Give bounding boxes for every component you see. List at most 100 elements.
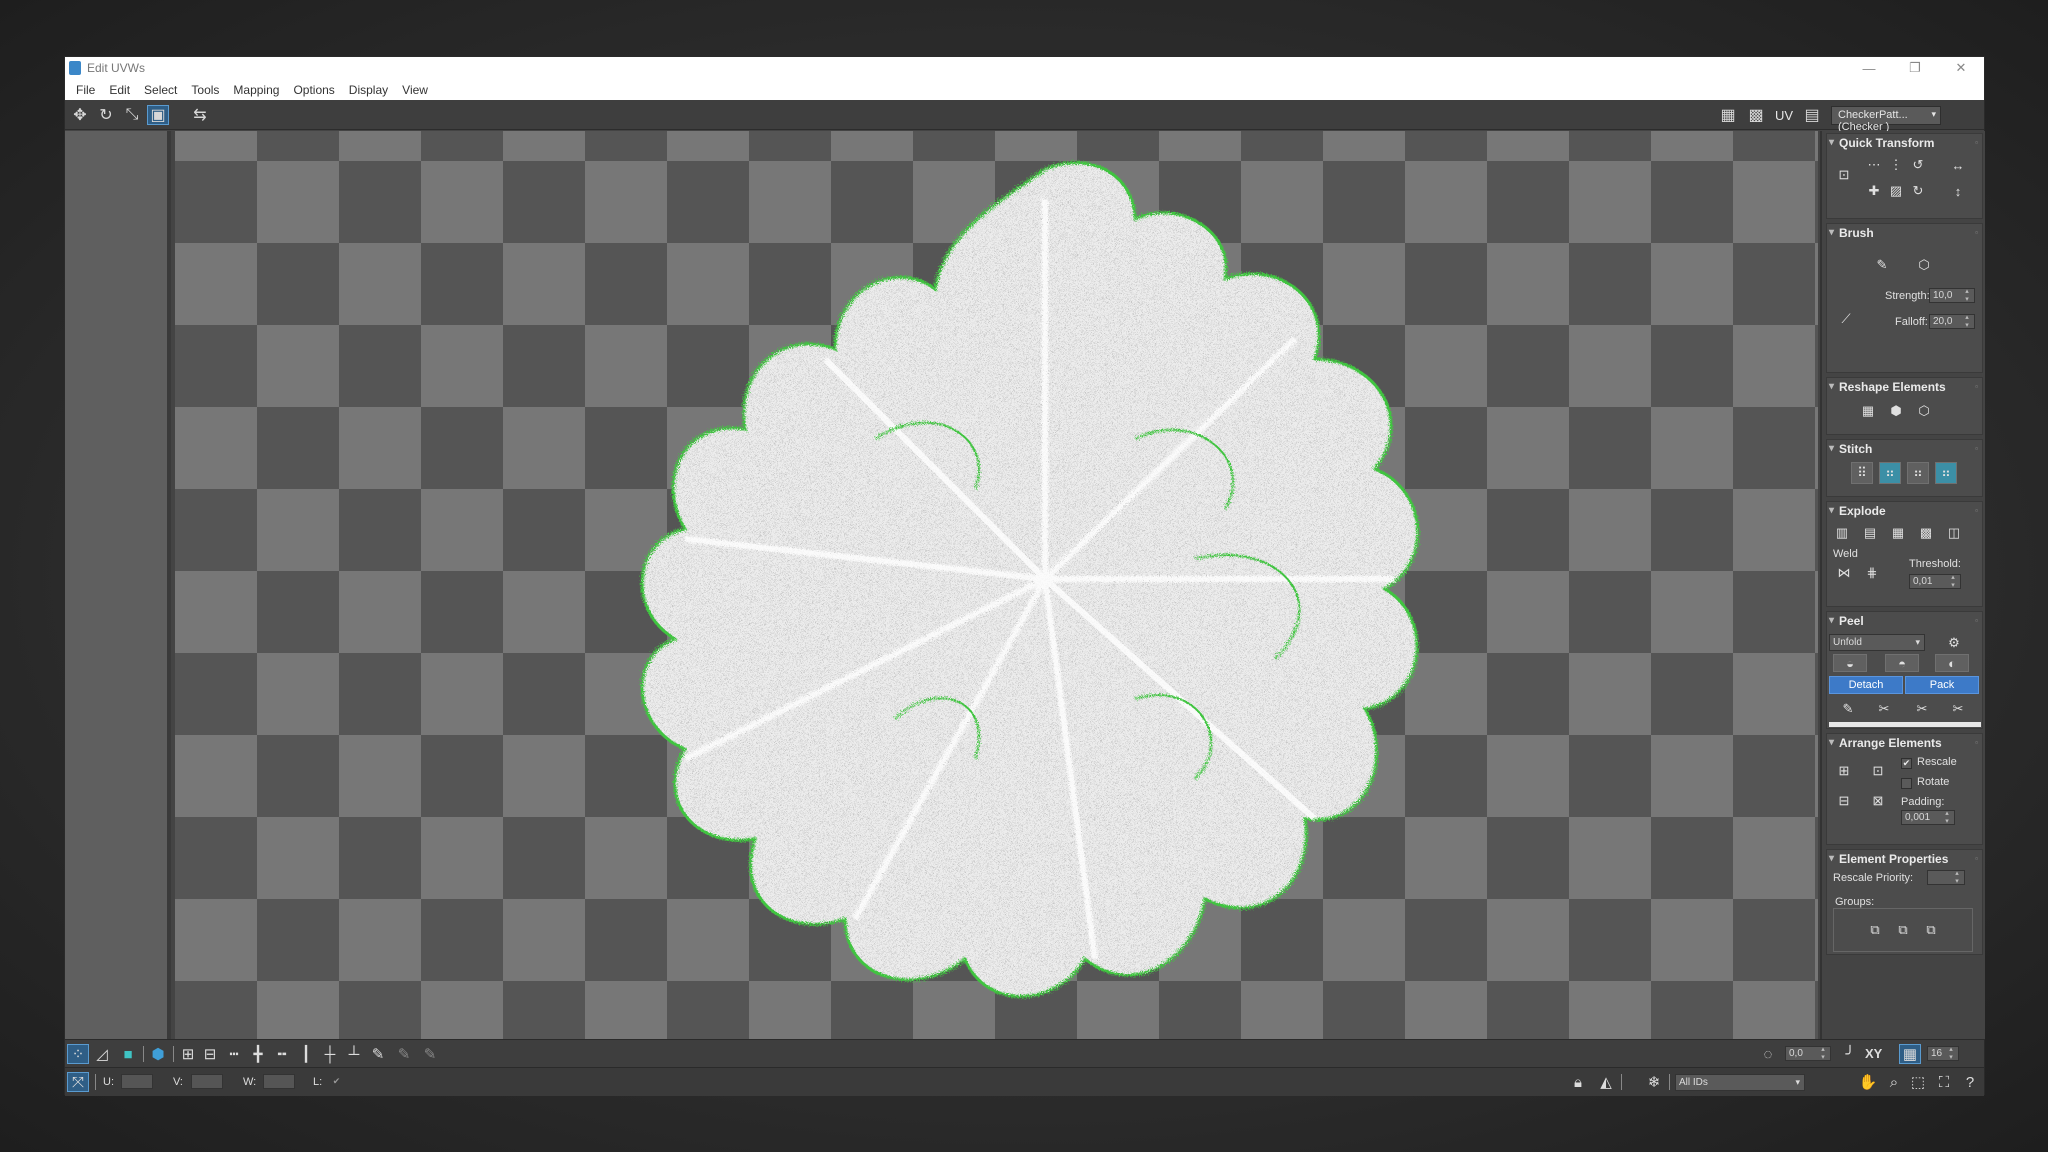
weld-all-icon[interactable]: ⋕	[1861, 562, 1883, 584]
help-icon[interactable]: ?	[1959, 1072, 1981, 1092]
ring-icon[interactable]: ┃	[295, 1044, 317, 1064]
axis-label[interactable]: XY	[1865, 1046, 1882, 1061]
stitch-average-icon[interactable]: ⠶	[1935, 462, 1957, 484]
padding-spinner[interactable]: 0,001	[1901, 809, 1955, 825]
explode-angle-icon[interactable]: ▩	[1915, 522, 1937, 544]
paint-brush-icon[interactable]: ✎	[1871, 254, 1893, 276]
scale-icon[interactable]: ⤡	[121, 105, 143, 125]
stitch-header[interactable]: Stitch▫	[1827, 440, 1982, 458]
texture-settings-icon[interactable]: ▤	[1801, 105, 1823, 125]
rescale-priority-spinner[interactable]	[1927, 869, 1965, 885]
peel-header[interactable]: Peel▫	[1827, 612, 1982, 630]
mirror-icon[interactable]: ⇆	[189, 105, 211, 125]
w-field[interactable]	[263, 1074, 295, 1089]
menu-file[interactable]: File	[69, 83, 102, 97]
straighten-icon[interactable]: ▨	[1885, 180, 1907, 202]
soft-select-icon[interactable]: ◭	[1595, 1072, 1617, 1092]
shrink-loop-icon[interactable]: ╍	[271, 1044, 293, 1064]
space-horizontal-icon[interactable]: ↔	[1947, 154, 1969, 176]
shrink-selection-icon[interactable]: ⊟	[199, 1044, 221, 1064]
element-mode-icon[interactable]: ⬢	[147, 1044, 169, 1064]
arrange-elements-header[interactable]: Arrange Elements▫	[1827, 734, 1982, 752]
peel-mode-icon[interactable]: ◓	[1885, 654, 1919, 672]
menu-select[interactable]: Select	[137, 83, 184, 97]
unpin-all-icon[interactable]: ✂	[1947, 698, 1969, 720]
rotation-spinner[interactable]: 0,0	[1785, 1045, 1831, 1061]
pin-edges-icon[interactable]: ✂	[1911, 698, 1933, 720]
uv-mode-label[interactable]: UV	[1775, 108, 1793, 123]
rotate-icon[interactable]: ↻	[95, 105, 117, 125]
peel-settings-icon[interactable]: ⚙	[1943, 632, 1965, 654]
element-properties-header[interactable]: Element Properties▫	[1827, 850, 1982, 868]
menu-tools[interactable]: Tools	[184, 83, 226, 97]
menu-view[interactable]: View	[395, 83, 435, 97]
pin-vertex-icon[interactable]: ✎	[1837, 698, 1859, 720]
group-remove-icon[interactable]: ⧉	[1920, 919, 1942, 941]
explode-flatten-icon[interactable]: ◫	[1943, 522, 1965, 544]
loop-icon[interactable]: ┅	[223, 1044, 245, 1064]
shrink-ring-icon[interactable]: ┴	[343, 1044, 365, 1064]
maximize-button[interactable]: ❐	[1892, 57, 1938, 79]
texture-dropdown[interactable]: CheckerPatt...(Checker ) ▾	[1831, 106, 1941, 133]
stitch-custom-icon[interactable]: ⠿	[1851, 462, 1873, 484]
box-unwrap-icon[interactable]: ⬡	[1913, 400, 1935, 422]
detach-button[interactable]: Detach	[1829, 676, 1903, 694]
menu-options[interactable]: Options	[286, 83, 341, 97]
quick-peel-icon[interactable]: ◒	[1833, 654, 1867, 672]
pack-together-icon[interactable]: ⊡	[1867, 760, 1889, 782]
menu-display[interactable]: Display	[342, 83, 395, 97]
weld-selected-icon[interactable]: ⋈	[1833, 562, 1855, 584]
relax-element-icon[interactable]: ⬢	[1885, 400, 1907, 422]
pivot-icon[interactable]: ⊡	[1833, 164, 1855, 186]
align-vertical-icon[interactable]: ⋮	[1885, 154, 1907, 176]
falloff-curve-icon[interactable]: ⟋	[1835, 308, 1857, 330]
uv-mesh-cluster[interactable]	[575, 139, 1515, 1039]
freeform-icon[interactable]: ▣	[147, 105, 169, 125]
explode-material-icon[interactable]: ▦	[1887, 522, 1909, 544]
curve-icon[interactable]: ╯	[1839, 1044, 1861, 1064]
pack-button[interactable]: Pack	[1905, 676, 1979, 694]
align-cross-icon[interactable]: ✚	[1863, 180, 1885, 202]
pack-custom-icon[interactable]: ⊟	[1833, 790, 1855, 812]
pan-icon[interactable]: ✋	[1857, 1072, 1879, 1092]
reshape-elements-header[interactable]: Reshape Elements▫	[1827, 378, 1982, 396]
reset-peel-icon[interactable]: ◐	[1935, 654, 1969, 672]
absolute-mode-icon[interactable]: ⤧	[67, 1072, 89, 1092]
paint-shrink-icon[interactable]: ✎	[419, 1044, 441, 1064]
v-field[interactable]	[191, 1074, 223, 1089]
falloff-spinner[interactable]: 20,0	[1929, 313, 1975, 329]
uv-viewport[interactable]	[175, 131, 1818, 1039]
stitch-target-icon[interactable]: ⠶	[1879, 462, 1901, 484]
paint-select-icon[interactable]: ✎	[367, 1044, 389, 1064]
explode-smoothing-icon[interactable]: ▤	[1859, 522, 1881, 544]
zoom-region-icon[interactable]: ⬚	[1907, 1072, 1929, 1092]
stitch-source-icon[interactable]: ⠶	[1907, 462, 1929, 484]
quick-transform-header[interactable]: Quick Transform▫	[1827, 134, 1982, 152]
pack-normalize-icon[interactable]: ⊞	[1833, 760, 1855, 782]
freeze-icon[interactable]: ❄	[1643, 1072, 1665, 1092]
rescale-checkbox[interactable]: ✔	[1901, 758, 1912, 769]
grid-straighten-icon[interactable]: ▦	[1857, 400, 1879, 422]
edge-mode-icon[interactable]: ◿	[91, 1044, 113, 1064]
relax-brush-icon[interactable]: ⬡	[1913, 254, 1935, 276]
grow-ring-icon[interactable]: ┼	[319, 1044, 341, 1064]
material-id-dropdown[interactable]: All IDs	[1675, 1074, 1805, 1091]
face-mode-icon[interactable]: ■	[117, 1044, 139, 1064]
threshold-spinner[interactable]: 0,01	[1909, 573, 1961, 589]
grid-snap-icon[interactable]: ▦	[1899, 1044, 1921, 1064]
zoom-extents-icon[interactable]: ⛶	[1933, 1072, 1955, 1092]
rotate-ccw-icon[interactable]: ↺	[1907, 154, 1929, 176]
rotate-checkbox[interactable]	[1901, 778, 1912, 789]
l-checkbox[interactable]: ✔	[331, 1077, 342, 1088]
vertex-mode-icon[interactable]: ⁘	[67, 1044, 89, 1064]
break-icon[interactable]: ▥	[1831, 522, 1853, 544]
lock-selection-icon[interactable]: 🔒︎	[1567, 1072, 1589, 1092]
move-icon[interactable]: ✥	[69, 105, 91, 125]
peel-mode-dropdown[interactable]: Unfold	[1829, 634, 1925, 651]
close-button[interactable]: ✕	[1938, 57, 1984, 79]
group-add-icon[interactable]: ⧉	[1892, 919, 1914, 941]
grid-spinner[interactable]: 16	[1927, 1045, 1959, 1061]
checker-icon[interactable]: ▩	[1745, 105, 1767, 125]
align-horizontal-icon[interactable]: ⋯	[1863, 154, 1885, 176]
group-select-icon[interactable]: ⧉	[1864, 919, 1886, 941]
